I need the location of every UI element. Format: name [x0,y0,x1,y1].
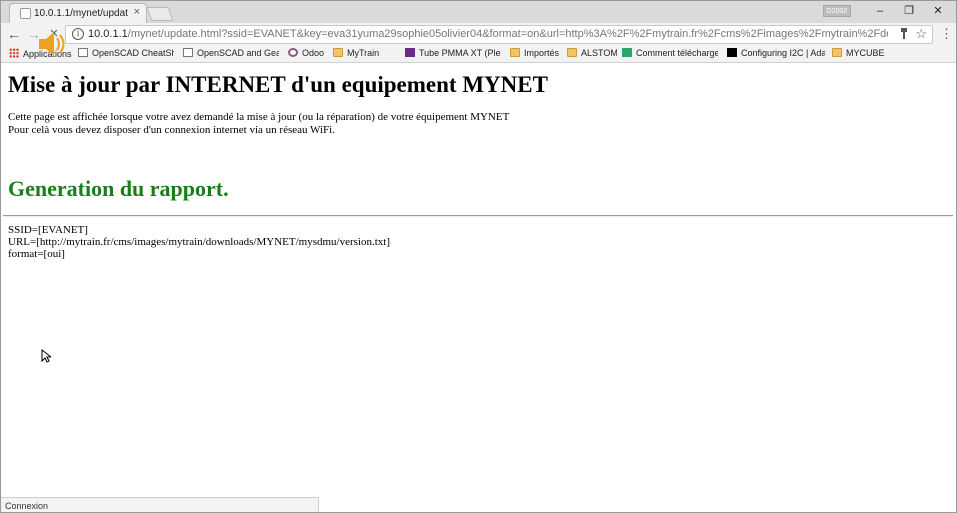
bookmark-label: Configuring I2C | Ada [741,48,825,58]
page-icon [78,48,88,57]
page-favicon-icon [20,8,31,19]
i2c-icon [727,48,737,57]
mytrain-icon [405,48,415,57]
bookmark-label: Odoo [302,48,325,58]
page-title: Mise à jour par INTERNET d'un equipement… [8,72,548,97]
back-button[interactable]: ← [5,26,23,42]
bookmark-label: MyTrain [347,48,380,58]
bookmark-mycube[interactable]: MYCUBE [832,48,892,58]
browser-window: 10.0.1.1/mynet/update.ht × D2002 – ❐ ✕ ←… [0,0,957,513]
param-ssid: SSID=[EVANET] [8,224,88,236]
bookmark-star-icon[interactable]: ☆ [915,26,927,42]
bookmark-label: Comment télécharger [636,48,718,58]
address-bar[interactable]: i 10.0.1.1/mynet/update.html?ssid=EVANET… [65,25,933,44]
apps-grid-icon [9,48,19,58]
url-text[interactable]: 10.0.1.1/mynet/update.html?ssid=EVANET&k… [88,28,888,40]
bookmark-label: ALSTOM [581,48,617,58]
bookmark-label: OpenSCAD CheatShe [92,48,174,58]
new-tab-button[interactable] [146,7,174,21]
bookmark-odoo[interactable]: Odoo [288,48,328,58]
bookmark-label: Importés [524,48,560,58]
bookmark-importes[interactable]: Importés [510,48,562,58]
browser-toolbar: ← → ✕ i 10.0.1.1/mynet/update.html?ssid=… [1,23,956,45]
bookmark-alstom[interactable]: ALSTOM [567,48,617,58]
folder-icon [567,48,577,57]
folder-icon [510,48,520,57]
folder-icon [832,48,842,57]
bookmark-comment-telecharger[interactable]: Comment télécharger [622,48,718,58]
section-title: Generation du rapport. [8,176,229,201]
k-icon [622,48,632,57]
speaker-icon [39,32,65,56]
status-bar: Connexion [1,497,319,512]
extension-icon[interactable] [900,28,908,42]
tab-title: 10.0.1.1/mynet/update.ht [34,8,128,19]
browser-tab[interactable]: 10.0.1.1/mynet/update.ht × [9,3,147,23]
tab-strip: 10.0.1.1/mynet/update.ht × D2002 – ❐ ✕ [1,1,956,23]
url-host: 10.0.1.1 [88,28,128,40]
parameter-list: SSID=[EVANET] URL=[http://mytrain.fr/cms… [8,224,390,260]
intro-line: Pour celà vous devez disposer d'un conne… [8,124,335,136]
bookmark-label: MYCUBE [846,48,885,58]
bookmark-mytrain[interactable]: MyTrain [333,48,383,58]
bookmark-configuring-i2c[interactable]: Configuring I2C | Ada [727,48,825,58]
param-format: format=[oui] [8,248,65,260]
bookmark-label: OpenSCAD and Gear [197,48,279,58]
bookmark-label: Tube PMMA XT (Plex [419,48,501,58]
param-url: URL=[http://mytrain.fr/cms/images/mytrai… [8,236,390,248]
bookmark-openscad-gears[interactable]: OpenSCAD and Gear [183,48,279,58]
intro-text: Cette page est affichée lorsque votre av… [8,111,509,137]
page-content: Mise à jour par INTERNET d'un equipement… [1,64,956,496]
url-path: /mynet/update.html?ssid=EVANET&key=eva31… [127,28,888,40]
page-icon [183,48,193,57]
close-window-button[interactable]: ✕ [926,3,950,19]
tab-close-icon[interactable]: × [134,6,140,18]
intro-line: Cette page est affichée lorsque votre av… [8,111,510,123]
restore-button[interactable]: ❐ [897,3,921,19]
profile-badge[interactable]: D2002 [823,5,851,17]
divider [3,215,953,217]
mouse-cursor-icon [41,349,51,363]
folder-icon [333,48,343,57]
odoo-icon [288,48,298,57]
bookmark-tube-pmma[interactable]: Tube PMMA XT (Plex [405,48,501,58]
site-info-icon[interactable]: i [72,28,84,40]
browser-menu-icon[interactable]: ⋮ [940,26,953,42]
bookmark-openscad-cheatsheet[interactable]: OpenSCAD CheatShe [78,48,174,58]
bookmarks-bar: Applications OpenSCAD CheatShe OpenSCAD … [1,45,956,63]
minimize-button[interactable]: – [868,3,892,19]
